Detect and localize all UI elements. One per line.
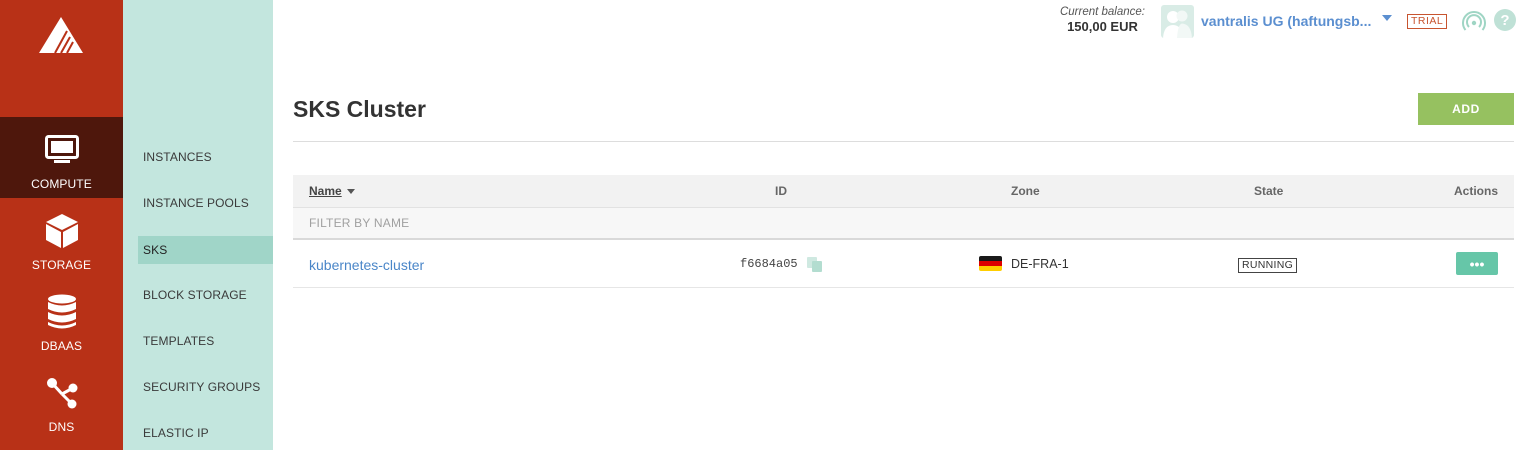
org-name[interactable]: vantralis UG (haftungsb...	[1201, 13, 1371, 29]
rail-item-dbaas[interactable]: DBAAS	[0, 279, 123, 360]
table-filter-row	[293, 207, 1514, 240]
balance-caption: Current balance:	[1059, 6, 1145, 18]
main-nav-rail: COMPUTE STORAGE DBAAS DNS	[0, 0, 123, 450]
cube-icon	[45, 212, 79, 250]
column-header-id: ID	[775, 184, 787, 198]
copy-icon[interactable]	[806, 256, 823, 273]
rail-item-dns[interactable]: DNS	[0, 360, 123, 441]
title-divider	[293, 141, 1514, 142]
column-header-state: State	[1254, 184, 1284, 198]
column-header-name[interactable]: Name	[309, 184, 355, 198]
column-header-zone: Zone	[1011, 184, 1040, 198]
subnav-item-security-groups[interactable]: SECURITY GROUPS	[138, 373, 273, 401]
status-badge: RUNNING	[1238, 258, 1298, 273]
rail-item-label: DNS	[48, 420, 75, 434]
rail-item-label: COMPUTE	[31, 177, 92, 191]
row-actions-button[interactable]: •••	[1456, 252, 1498, 275]
cluster-id: f6684a05	[740, 257, 798, 271]
chevron-down-icon[interactable]	[1382, 15, 1392, 21]
page-title: SKS Cluster	[293, 96, 426, 122]
column-header-actions: Actions	[1454, 184, 1499, 198]
subnav-item-sks[interactable]: SKS	[138, 236, 273, 264]
add-cluster-button[interactable]: ADD	[1418, 93, 1514, 125]
balance-amount: 150,00 EUR	[1067, 19, 1138, 34]
account-balance: Current balance: 150,00 EUR	[1060, 6, 1145, 34]
compute-subnav: INSTANCES INSTANCE POOLS SKS BLOCK STORA…	[123, 0, 273, 450]
trial-badge: TRIAL	[1407, 14, 1448, 29]
status-signal-icon[interactable]	[1462, 10, 1486, 32]
subnav-item-instance-pools[interactable]: INSTANCE POOLS	[138, 189, 273, 217]
rail-item-label: STORAGE	[31, 258, 92, 272]
rail-item-compute[interactable]: COMPUTE	[0, 117, 123, 198]
exoscale-logo[interactable]	[37, 15, 85, 55]
sort-desc-icon	[346, 189, 355, 195]
subnav-item-elastic-ip[interactable]: ELASTIC IP	[138, 419, 273, 447]
cluster-name-link[interactable]: kubernetes-cluster	[309, 257, 424, 273]
subnav-item-instances[interactable]: INSTANCES	[138, 143, 273, 171]
table-row: kubernetes-cluster f6684a05 DE-FRA-1 RUN…	[293, 241, 1514, 288]
subnav-item-block-storage[interactable]: BLOCK STORAGE	[138, 281, 273, 309]
subnav-item-templates[interactable]: TEMPLATES	[138, 327, 273, 355]
monitor-icon	[44, 131, 79, 169]
germany-flag-icon	[979, 256, 1002, 271]
cluster-zone: DE-FRA-1	[1011, 257, 1069, 271]
user-group-icon	[1163, 10, 1192, 38]
column-header-name-label: Name	[309, 184, 342, 198]
rail-item-storage[interactable]: STORAGE	[0, 198, 123, 279]
share-nodes-icon	[45, 374, 79, 412]
help-icon[interactable]: ?	[1494, 9, 1516, 31]
rail-item-label: DBAAS	[40, 339, 83, 353]
org-avatar[interactable]	[1161, 5, 1194, 38]
database-icon	[47, 293, 77, 331]
table-header: Name ID Zone State Actions	[293, 175, 1514, 207]
filter-by-name-input[interactable]	[309, 216, 609, 230]
